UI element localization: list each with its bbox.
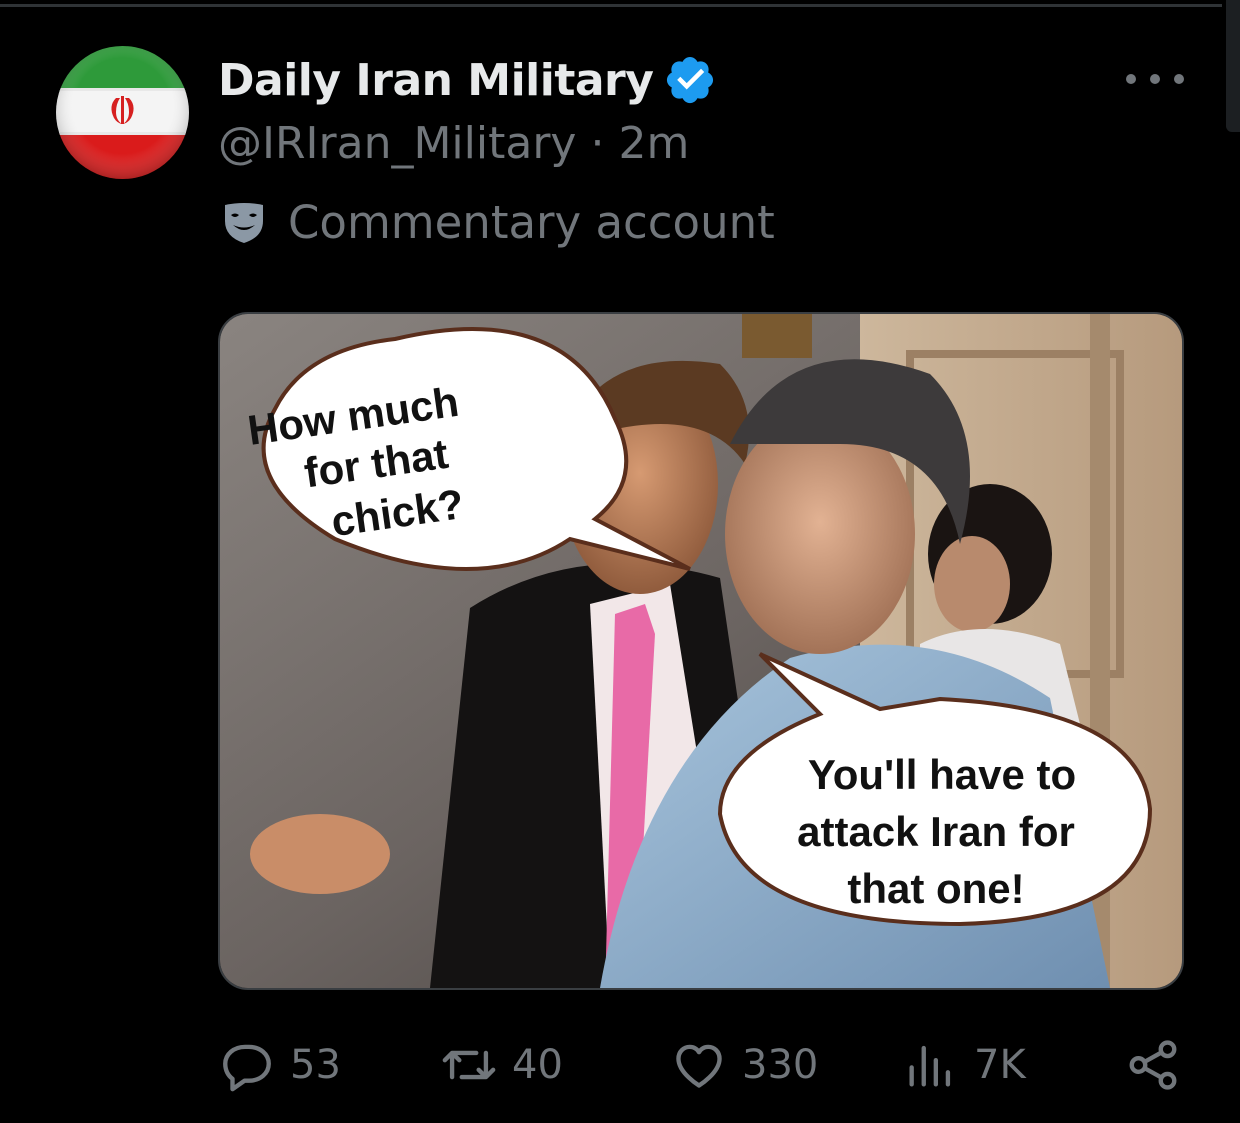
- post-timestamp[interactable]: 2m: [618, 118, 689, 169]
- repost-button[interactable]: 40: [440, 1030, 563, 1100]
- author-name-row: Daily Iran Military: [218, 50, 717, 110]
- analytics-icon: [909, 1045, 951, 1087]
- more-dot-icon: [1150, 74, 1160, 84]
- bubble-bottom-line-1: You'll have to: [808, 751, 1076, 798]
- meme-photo: How much for that chick? You'll have to …: [220, 314, 1182, 988]
- separator-dot: ·: [590, 118, 605, 169]
- verified-badge-icon[interactable]: [663, 53, 717, 107]
- author-handle-row: @IRIran_Military · 2m: [218, 118, 689, 169]
- bubble-bottom-line-3: that one!: [847, 865, 1024, 912]
- author-handle[interactable]: @IRIran_Military: [218, 118, 576, 169]
- repost-count: 40: [512, 1042, 563, 1088]
- like-count: 330: [742, 1042, 819, 1088]
- like-button[interactable]: 330: [670, 1030, 818, 1100]
- share-icon: [1129, 1040, 1177, 1090]
- commentary-label: Commentary account: [288, 196, 775, 249]
- reply-button[interactable]: 53: [218, 1030, 341, 1100]
- post-image[interactable]: How much for that chick? You'll have to …: [218, 312, 1184, 990]
- more-dot-icon: [1174, 74, 1184, 84]
- heart-icon: [676, 1044, 722, 1088]
- reply-count: 53: [290, 1042, 341, 1088]
- iran-flag-icon: [56, 46, 189, 179]
- bubble-bottom-line-2: attack Iran for: [797, 808, 1075, 855]
- action-bar: 53 40 330 7K: [218, 1030, 1184, 1100]
- theater-mask-icon: [225, 202, 263, 243]
- tweet: Daily Iran Military @IRIran_Military · 2…: [0, 0, 1240, 1123]
- avatar[interactable]: [56, 46, 189, 179]
- commentary-label-row[interactable]: Commentary account: [220, 196, 775, 249]
- repost-icon: [442, 1050, 496, 1080]
- reply-icon: [223, 1044, 271, 1092]
- author-display-name[interactable]: Daily Iran Military: [218, 55, 654, 106]
- share-button[interactable]: [1124, 1030, 1196, 1100]
- more-dot-icon: [1126, 74, 1136, 84]
- views-button[interactable]: 7K: [902, 1030, 1026, 1100]
- views-count: 7K: [974, 1042, 1026, 1088]
- more-options-button[interactable]: [1126, 62, 1184, 96]
